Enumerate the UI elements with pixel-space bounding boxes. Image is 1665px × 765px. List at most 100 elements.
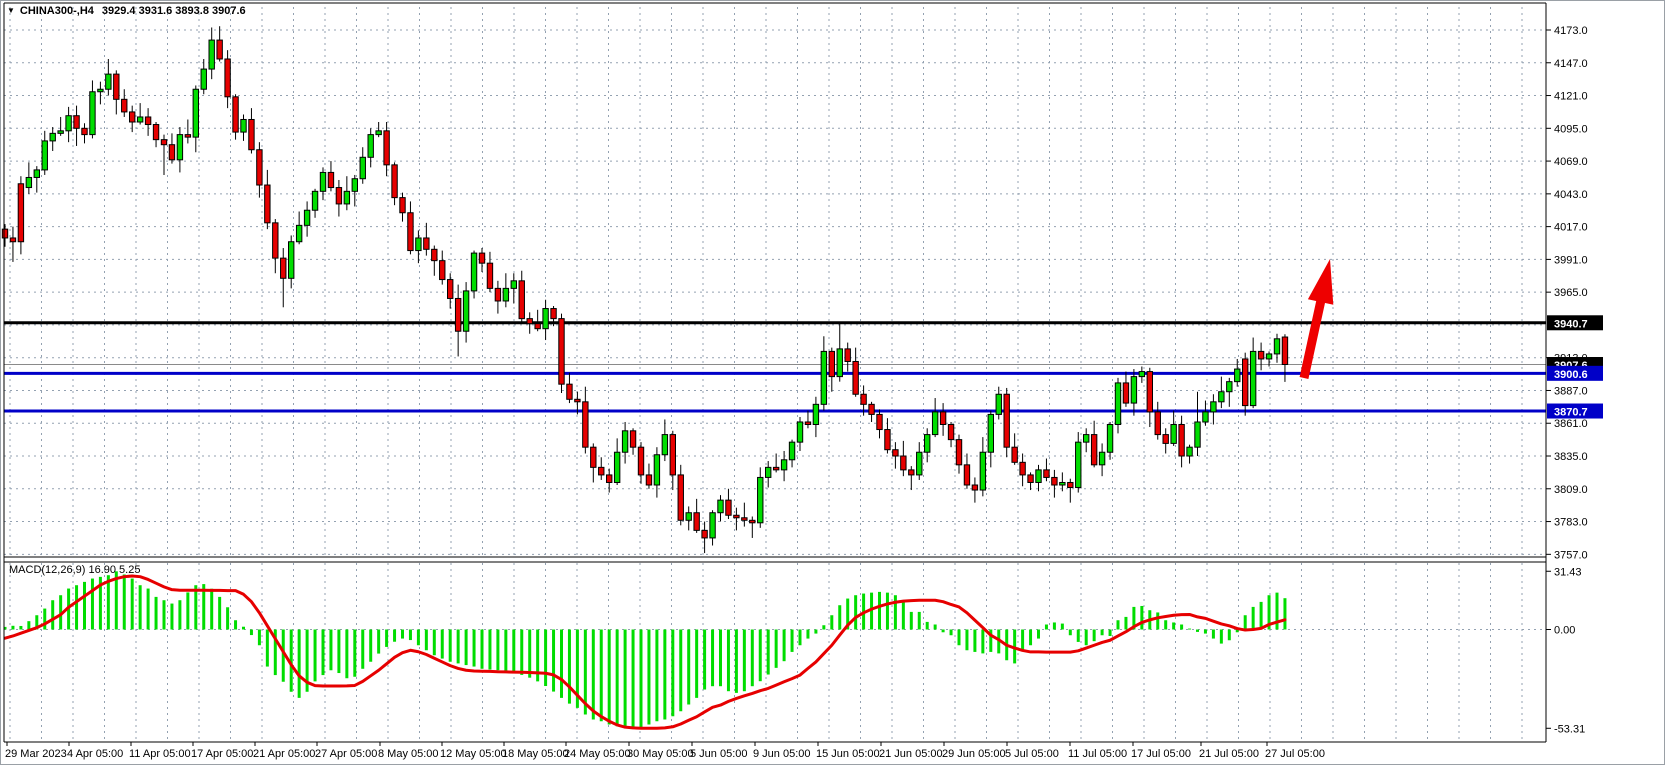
candle-body bbox=[312, 191, 317, 210]
candle-body bbox=[114, 74, 119, 99]
candle-body bbox=[368, 135, 373, 158]
candle-body bbox=[805, 422, 810, 425]
macd-tick-label: 31.43 bbox=[1554, 566, 1582, 578]
price-tick-label: 4095.0 bbox=[1554, 123, 1588, 135]
date-tick-label: 27 Apr 05:00 bbox=[315, 748, 377, 760]
candle-body bbox=[932, 412, 937, 435]
candle-body bbox=[153, 125, 158, 140]
candle-body bbox=[1203, 412, 1208, 422]
candle-body bbox=[18, 184, 23, 242]
candle-body bbox=[1131, 377, 1136, 403]
price-tick-label: 3835.0 bbox=[1554, 451, 1588, 463]
candle-body bbox=[1020, 462, 1025, 475]
price-tick-label: 4043.0 bbox=[1554, 189, 1588, 201]
candle-body bbox=[58, 131, 63, 134]
candle-body bbox=[1044, 470, 1049, 478]
candle-body bbox=[638, 447, 643, 475]
candle-body bbox=[940, 412, 945, 425]
candle-body bbox=[773, 467, 778, 470]
date-tick-label: 21 Jul 05:00 bbox=[1199, 748, 1259, 760]
candle-body bbox=[225, 59, 230, 97]
candle-body bbox=[448, 280, 453, 299]
trend-arrow-shaft bbox=[1304, 296, 1322, 378]
candle-body bbox=[145, 117, 150, 125]
macd-tick-label: 0.00 bbox=[1554, 625, 1575, 637]
candle-body bbox=[328, 172, 333, 187]
date-tick-label: 5 Jul 05:00 bbox=[1005, 748, 1059, 760]
candle-body bbox=[519, 281, 524, 319]
candle-body bbox=[487, 263, 492, 288]
candle-body bbox=[1012, 447, 1017, 462]
candle-body bbox=[273, 223, 278, 258]
candle-body bbox=[861, 394, 866, 404]
symbol-dropdown-icon[interactable]: ▼ bbox=[7, 6, 15, 15]
candle-body bbox=[90, 92, 95, 135]
candle-body bbox=[670, 435, 675, 475]
candle-body bbox=[1028, 475, 1033, 483]
price-tick-label: 4017.0 bbox=[1554, 222, 1588, 234]
candle-body bbox=[177, 135, 182, 160]
date-tick-label: 24 May 05:00 bbox=[564, 748, 631, 760]
candle-body bbox=[607, 475, 612, 483]
date-tick-label: 18 May 05:00 bbox=[502, 748, 569, 760]
symbol-timeframe-label: CHINA300-,H4 bbox=[20, 5, 94, 17]
candle-body bbox=[424, 238, 429, 249]
candle-body bbox=[1139, 372, 1144, 377]
candle-body bbox=[869, 404, 874, 414]
candle-body bbox=[503, 288, 508, 301]
candle-body bbox=[622, 431, 627, 452]
price-tick-label: 3861.0 bbox=[1554, 418, 1588, 430]
candle-body bbox=[352, 179, 357, 192]
chart-window: ▼CHINA300-,H43929.4 3931.6 3893.8 3907.6… bbox=[0, 0, 1665, 765]
candle-body bbox=[813, 404, 818, 424]
candle-body bbox=[161, 140, 166, 145]
candle-body bbox=[66, 116, 71, 131]
date-tick-label: 30 May 05:00 bbox=[627, 748, 694, 760]
candle-body bbox=[1282, 337, 1287, 364]
candle-body bbox=[463, 291, 468, 331]
candle-body bbox=[304, 210, 309, 225]
macd-indicator-label: MACD(12,26,9) 16.90 5.25 bbox=[9, 564, 140, 576]
candle-body bbox=[1155, 412, 1160, 435]
candle-body bbox=[471, 253, 476, 291]
date-tick-label: 4 Apr 05:00 bbox=[67, 748, 123, 760]
candle-body bbox=[996, 394, 1001, 414]
candle-body bbox=[344, 191, 349, 204]
candle-body bbox=[845, 349, 850, 362]
candle-body bbox=[440, 261, 445, 280]
candle-body bbox=[360, 157, 365, 178]
price-badge-label: 3870.7 bbox=[1554, 407, 1588, 419]
candle-body bbox=[169, 145, 174, 160]
candle-body bbox=[837, 349, 842, 377]
price-badge-label: 3900.6 bbox=[1554, 369, 1588, 381]
date-tick-label: 8 May 05:00 bbox=[378, 748, 439, 760]
candle-body bbox=[678, 475, 683, 520]
candle-body bbox=[1195, 422, 1200, 447]
date-tick-label: 29 Mar 2023 bbox=[5, 748, 67, 760]
candle-body bbox=[185, 135, 190, 138]
candle-body bbox=[42, 141, 47, 170]
chart-canvas[interactable]: 4173.04147.04121.04095.04069.04043.04017… bbox=[1, 1, 1665, 765]
date-tick-label: 27 Jul 05:00 bbox=[1265, 748, 1325, 760]
candle-body bbox=[1107, 425, 1112, 453]
date-tick-label: 12 May 05:00 bbox=[440, 748, 507, 760]
candle-body bbox=[789, 442, 794, 460]
candle-body bbox=[1250, 351, 1255, 405]
candle-body bbox=[384, 131, 389, 165]
candle-body bbox=[980, 452, 985, 490]
candle-body bbox=[877, 414, 882, 429]
date-tick-label: 9 Jun 05:00 bbox=[753, 748, 811, 760]
date-tick-label: 21 Jun 05:00 bbox=[879, 748, 943, 760]
price-tick-label: 4173.0 bbox=[1554, 25, 1588, 37]
candle-body bbox=[1084, 435, 1089, 443]
candle-body bbox=[734, 515, 739, 518]
candle-body bbox=[2, 229, 7, 238]
date-tick-label: 17 Apr 05:00 bbox=[191, 748, 253, 760]
date-tick-label: 5 Jun 05:00 bbox=[690, 748, 748, 760]
candle-body bbox=[217, 40, 222, 59]
candle-body bbox=[98, 89, 103, 92]
candle-body bbox=[193, 89, 198, 137]
date-tick-label: 15 Jun 05:00 bbox=[816, 748, 880, 760]
candle-body bbox=[686, 513, 691, 521]
candle-body bbox=[26, 177, 31, 187]
